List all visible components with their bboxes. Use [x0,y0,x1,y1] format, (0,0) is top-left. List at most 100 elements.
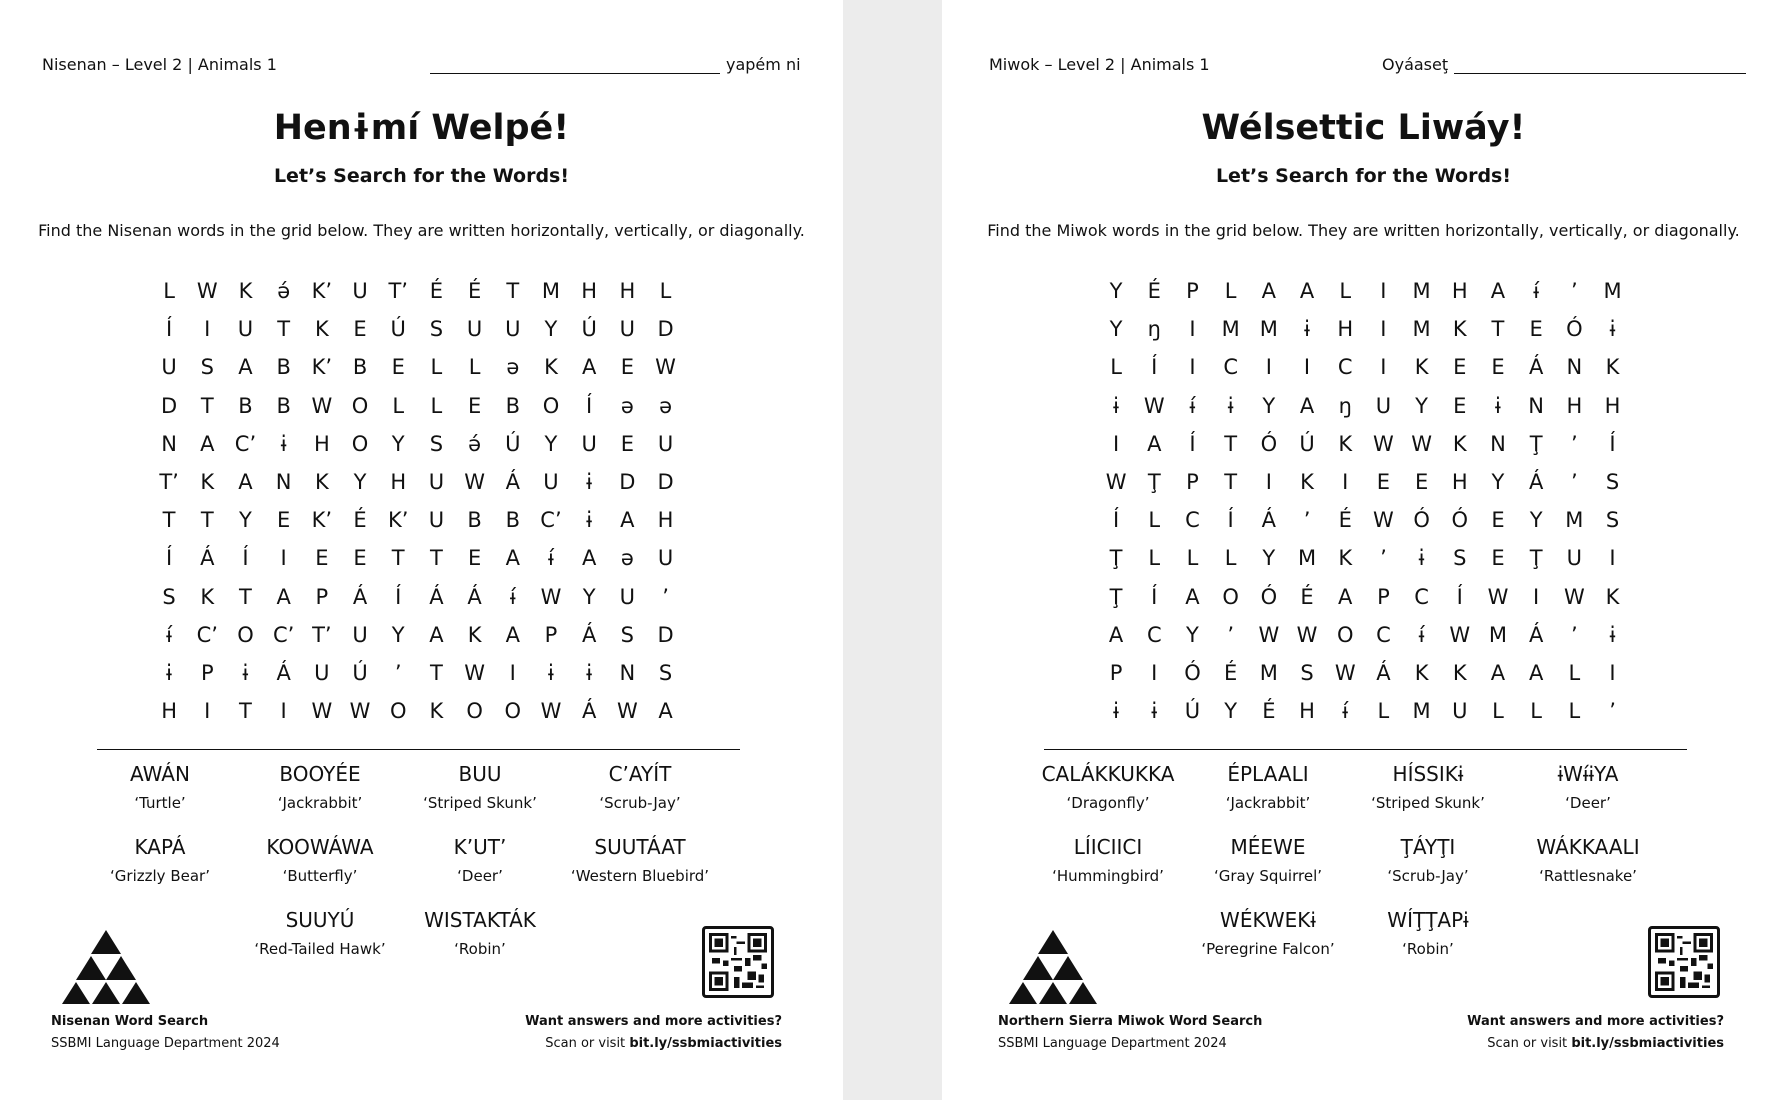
grid-cell[interactable]: I [494,654,532,692]
grid-cell[interactable]: ɨ́ [532,539,570,577]
grid-cell[interactable]: A [417,616,455,654]
grid-cell[interactable]: ɨ [1593,310,1631,348]
grid-cell[interactable]: A [1288,387,1326,425]
grid-cell[interactable]: C [1173,501,1211,539]
grid-cell[interactable]: ə [608,539,646,577]
grid-cell[interactable]: D [646,616,684,654]
grid-cell[interactable]: S [150,578,188,616]
grid-cell[interactable]: Í [1441,578,1479,616]
grid-cell[interactable]: Í [226,539,264,577]
grid-cell[interactable]: L [1212,539,1250,577]
grid-cell[interactable]: ɨ [1097,387,1135,425]
grid-cell[interactable]: T [379,539,417,577]
grid-cell[interactable]: Í [570,387,608,425]
grid-cell[interactable]: P [1173,272,1211,310]
grid-cell[interactable]: W [188,272,226,310]
grid-cell[interactable]: ɨ [1212,387,1250,425]
grid-cell[interactable]: C’ [188,616,226,654]
grid-cell[interactable]: P [303,578,341,616]
grid-cell[interactable]: W [1097,463,1135,501]
grid-cell[interactable]: ɨ́ [494,578,532,616]
grid-cell[interactable]: Í [150,310,188,348]
grid-cell[interactable]: É [417,272,455,310]
grid-cell[interactable]: T’ [150,463,188,501]
grid-cell[interactable]: ɨ́ [1517,272,1555,310]
grid-cell[interactable]: A [1250,272,1288,310]
grid-cell[interactable]: U [417,501,455,539]
grid-cell[interactable]: L [1135,501,1173,539]
grid-cell[interactable]: I [1326,463,1364,501]
grid-cell[interactable]: S [646,654,684,692]
grid-cell[interactable]: Í [1097,501,1135,539]
grid-cell[interactable]: ’ [646,578,684,616]
grid-cell[interactable]: W [608,692,646,730]
qr-code-icon[interactable] [702,926,774,998]
grid-cell[interactable]: K [1326,539,1364,577]
grid-cell[interactable]: D [150,387,188,425]
grid-cell[interactable]: ɨ [226,654,264,692]
grid-cell[interactable]: E [1517,310,1555,348]
grid-cell[interactable]: Ó [1555,310,1593,348]
grid-cell[interactable]: M [1288,539,1326,577]
grid-cell[interactable]: Ó [1173,654,1211,692]
grid-cell[interactable]: I [1097,425,1135,463]
grid-cell[interactable]: ɨ [150,654,188,692]
grid-cell[interactable]: Á [341,578,379,616]
grid-cell[interactable]: Ú [1173,692,1211,730]
grid-cell[interactable]: P [1097,654,1135,692]
grid-cell[interactable]: Y [379,616,417,654]
grid-cell[interactable]: T [1212,463,1250,501]
grid-cell[interactable]: E [341,539,379,577]
grid-cell[interactable]: K [303,310,341,348]
grid-cell[interactable]: E [341,310,379,348]
grid-cell[interactable]: K [1593,578,1631,616]
grid-cell[interactable]: Y [532,310,570,348]
grid-cell[interactable]: B [494,387,532,425]
grid-cell[interactable]: N [608,654,646,692]
grid-cell[interactable]: I [1517,578,1555,616]
grid-cell[interactable]: Y [1097,272,1135,310]
grid-cell[interactable]: W [1441,616,1479,654]
grid-cell[interactable]: T’ [379,272,417,310]
grid-cell[interactable]: I [1250,463,1288,501]
grid-cell[interactable]: Á [1517,348,1555,386]
grid-cell[interactable]: L [379,387,417,425]
grid-cell[interactable]: E [303,539,341,577]
grid-cell[interactable]: ɨ́ [1326,692,1364,730]
grid-cell[interactable]: O [341,387,379,425]
grid-cell[interactable]: M [1593,272,1631,310]
grid-cell[interactable]: Y [1212,692,1250,730]
grid-cell[interactable]: A [570,539,608,577]
grid-cell[interactable]: W [1135,387,1173,425]
grid-cell[interactable]: I [1173,348,1211,386]
grid-cell[interactable]: Á [417,578,455,616]
grid-cell[interactable]: I [1364,348,1402,386]
grid-cell[interactable]: Ţ [1517,539,1555,577]
grid-cell[interactable]: O [456,692,494,730]
grid-cell[interactable]: U [494,310,532,348]
grid-cell[interactable]: W [532,578,570,616]
grid-cell[interactable]: E [379,348,417,386]
grid-cell[interactable]: M [1250,654,1288,692]
grid-cell[interactable]: W [646,348,684,386]
grid-cell[interactable]: P [1173,463,1211,501]
grid-cell[interactable]: ŋ [1326,387,1364,425]
grid-cell[interactable]: Ó [1403,501,1441,539]
grid-cell[interactable]: I [265,692,303,730]
grid-cell[interactable]: E [1479,539,1517,577]
grid-cell[interactable]: W [456,463,494,501]
grid-cell[interactable]: Y [1479,463,1517,501]
grid-cell[interactable]: ə́ [456,425,494,463]
grid-cell[interactable]: L [1555,654,1593,692]
grid-cell[interactable]: A [1479,272,1517,310]
name-line[interactable] [430,57,720,74]
grid-cell[interactable]: M [1403,310,1441,348]
grid-cell[interactable]: U [341,616,379,654]
grid-cell[interactable]: E [1364,463,1402,501]
grid-cell[interactable]: Y [226,501,264,539]
grid-cell[interactable]: ɨ [570,501,608,539]
grid-cell[interactable]: E [608,348,646,386]
grid-cell[interactable]: L [1212,272,1250,310]
grid-cell[interactable]: A [1326,578,1364,616]
grid-cell[interactable]: K [1441,310,1479,348]
